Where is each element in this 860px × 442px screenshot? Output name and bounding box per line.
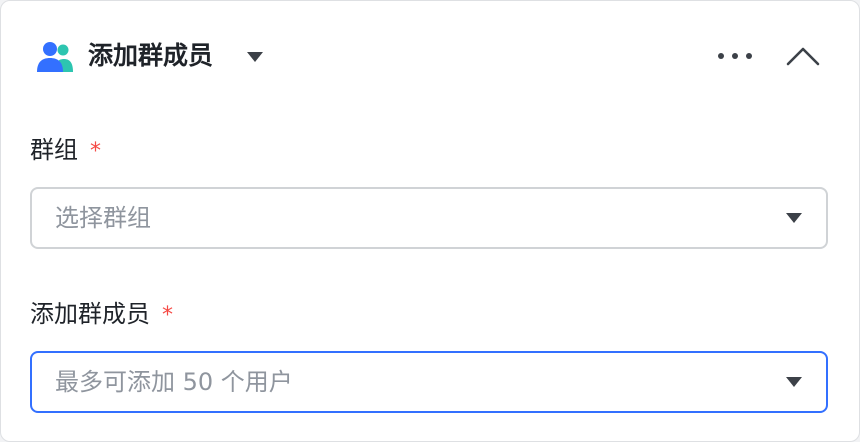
collapse-button[interactable] — [783, 39, 823, 73]
caret-down-icon[interactable] — [247, 52, 263, 62]
card-header: 添加群成员 — [1, 1, 859, 111]
group-field-label-text: 群组 — [30, 136, 78, 164]
members-select-placeholder: 最多可添加 50 个用户 — [55, 368, 293, 396]
group-select-placeholder: 选择群组 — [55, 204, 151, 232]
members-field-label-text: 添加群成员 — [30, 300, 150, 328]
more-options-button[interactable] — [713, 41, 757, 71]
more-horizontal-icon — [718, 53, 752, 59]
caret-down-icon — [786, 213, 802, 223]
members-select[interactable]: 最多可添加 50 个用户 — [30, 351, 828, 413]
members-field-label: 添加群成员 * — [30, 297, 173, 333]
caret-down-icon — [786, 377, 802, 387]
group-field-label: 群组 * — [30, 133, 101, 169]
chevron-up-icon — [786, 47, 820, 66]
group-members-icon — [37, 42, 73, 72]
add-group-members-card: 添加群成员 群组 * 选择群组 添加群成员 * 最多可添加 50 个用户 — [0, 0, 860, 442]
required-mark: * — [162, 303, 173, 328]
required-mark: * — [90, 139, 101, 164]
group-select[interactable]: 选择群组 — [30, 187, 828, 249]
card-title[interactable]: 添加群成员 — [88, 39, 213, 73]
